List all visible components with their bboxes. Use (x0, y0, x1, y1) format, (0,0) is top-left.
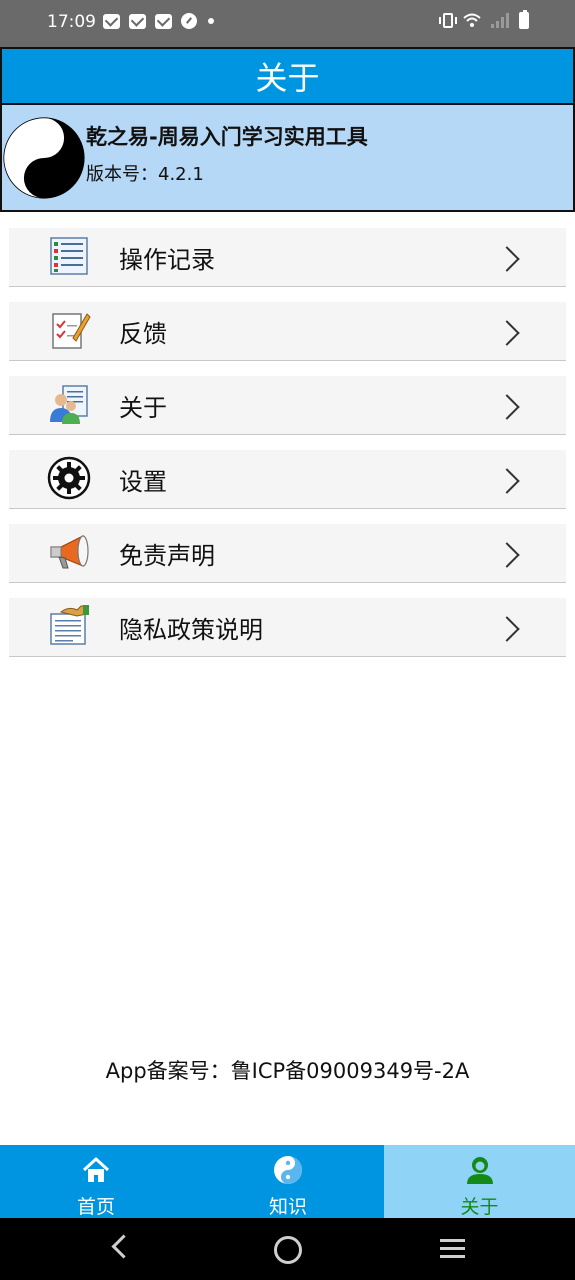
chevron-right-icon (494, 394, 520, 420)
menu-item-label: 隐私政策说明 (119, 616, 263, 644)
menu-item-label: 免责声明 (119, 542, 215, 570)
gear-icon (47, 456, 91, 500)
menu-item-settings[interactable]: 设置 (9, 450, 566, 509)
yin-yang-icon (3, 117, 85, 199)
mail-icon (129, 13, 146, 29)
privacy-document-icon (50, 605, 89, 645)
tab-label: 关于 (460, 1196, 499, 1218)
back-icon[interactable] (111, 1234, 136, 1259)
system-icons (439, 10, 529, 29)
system-nav-bar (0, 1218, 575, 1280)
app-name: 乾之易-周易入门学习实用工具 (86, 125, 368, 149)
vibrate-icon (439, 13, 457, 28)
notification-icons (103, 13, 214, 29)
menu-item-operation-log[interactable]: 操作记录 (9, 228, 566, 287)
app-info-card: 乾之易-周易入门学习实用工具 版本号：4.2.1 (0, 105, 575, 212)
menu-item-disclaimer[interactable]: 免责声明 (9, 524, 566, 583)
menu-item-label: 反馈 (119, 320, 167, 348)
page-title: 关于 (255, 59, 320, 97)
tab-knowledge[interactable]: 知识 (192, 1145, 384, 1218)
menu-item-label: 操作记录 (119, 246, 215, 274)
tab-about[interactable]: 关于 (384, 1145, 575, 1218)
chevron-right-icon (494, 320, 520, 346)
taiji-icon (274, 1156, 302, 1184)
dot-icon (208, 18, 214, 24)
menu-item-about[interactable]: 关于 (9, 376, 566, 435)
status-bar: 17:09 (0, 0, 575, 47)
chevron-right-icon (494, 616, 520, 642)
tab-home[interactable]: 首页 (0, 1145, 192, 1218)
tab-label: 首页 (76, 1196, 115, 1218)
feedback-pen-icon (52, 313, 91, 349)
list-icon (50, 237, 88, 275)
signal-icon (491, 13, 509, 28)
menu-item-privacy-policy[interactable]: 隐私政策说明 (9, 598, 566, 657)
bottom-nav: 首页 知识 关于 (0, 1145, 575, 1218)
home-circle-icon[interactable] (274, 1236, 302, 1264)
mail-icon (103, 13, 120, 29)
icp-record-text: App备案号：鲁ICP备09009349号-2A (105, 1059, 470, 1083)
menu-item-feedback[interactable]: 反馈 (9, 302, 566, 361)
mail-icon (155, 13, 172, 29)
gauge-icon (181, 13, 197, 29)
status-time: 17:09 (47, 12, 96, 32)
user-icon (466, 1157, 493, 1184)
menu-item-label: 关于 (119, 394, 167, 422)
wifi-icon (463, 13, 481, 27)
app-version: 版本号：4.2.1 (86, 164, 204, 185)
recent-apps-icon[interactable] (440, 1239, 465, 1263)
header-bar: 关于 (0, 47, 575, 105)
chevron-right-icon (494, 468, 520, 494)
home-icon (82, 1157, 110, 1182)
chevron-right-icon (494, 542, 520, 568)
settings-menu: 操作记录 反馈 关于 设置 免责声明 隐私政策说明 (9, 228, 566, 672)
megaphone-icon (50, 535, 89, 569)
chevron-right-icon (494, 246, 520, 272)
tab-label: 知识 (268, 1196, 307, 1218)
menu-item-label: 设置 (119, 468, 167, 496)
about-users-icon (50, 385, 88, 424)
battery-charging-icon (519, 10, 529, 29)
